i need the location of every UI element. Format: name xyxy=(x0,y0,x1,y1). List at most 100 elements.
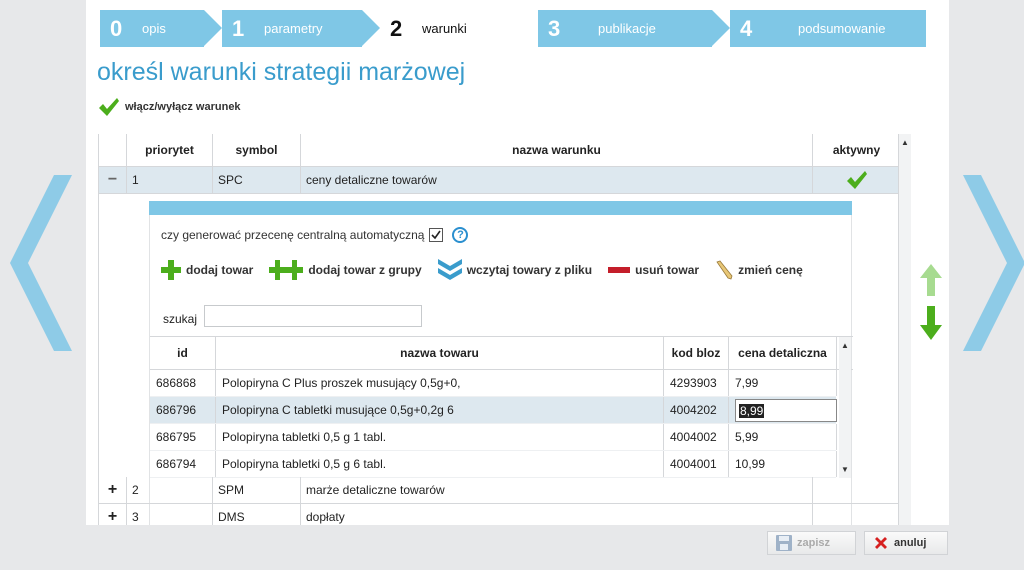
search-input[interactable] xyxy=(204,305,422,327)
add-group-button[interactable]: dodaj towar z grupy xyxy=(269,260,422,280)
step-separator xyxy=(204,10,222,46)
table-row[interactable]: 686868 Polopiryna C Plus proszek musując… xyxy=(150,370,837,397)
item-name: Polopiryna C Plus proszek musujący 0,5g+… xyxy=(216,370,664,396)
header-priority[interactable]: priorytet xyxy=(127,134,213,166)
pencil-icon xyxy=(716,260,733,280)
move-down-button[interactable] xyxy=(920,306,942,343)
items-table-header: id nazwa towaru kod bloz cena detaliczna xyxy=(150,337,853,370)
item-id: 686795 xyxy=(150,424,216,450)
item-id: 686868 xyxy=(150,370,216,396)
scroll-up-icon[interactable]: ▲ xyxy=(901,138,909,147)
item-name: Polopiryna tabletki 0,5 g 1 tabl. xyxy=(216,424,664,450)
remove-item-button[interactable]: usuń towar xyxy=(608,263,699,277)
row-priority: 1 xyxy=(127,167,213,193)
item-price[interactable]: 7,99 xyxy=(729,370,837,396)
checkmark-icon xyxy=(846,171,867,189)
wizard-steps: 0 opis 1 parametry 2 warunki 3 publikacj… xyxy=(100,10,926,47)
scroll-up-icon[interactable]: ▲ xyxy=(841,341,849,350)
check-icon xyxy=(431,230,442,240)
header-price[interactable]: cena detaliczna xyxy=(729,337,837,369)
header-code[interactable]: kod bloz xyxy=(664,337,729,369)
double-chevron-down-icon xyxy=(437,259,462,280)
row-condition-name: dopłaty xyxy=(301,504,813,525)
close-icon xyxy=(875,537,887,549)
grid-header: priorytet symbol nazwa warunku aktywny xyxy=(99,134,898,167)
step-podsumowanie[interactable]: 4 podsumowanie xyxy=(730,10,926,47)
chevron-left-icon xyxy=(10,175,72,351)
row-priority: 3 xyxy=(127,504,213,525)
item-code: 4293903 xyxy=(664,370,729,396)
price-edit-input[interactable]: 8,99 xyxy=(735,399,837,422)
search-label: szukaj xyxy=(163,312,198,326)
auto-discount-question: czy generować przecenę centralną automat… xyxy=(161,227,469,243)
header-symbol[interactable]: symbol xyxy=(213,134,301,166)
step-warunki[interactable]: 2 warunki xyxy=(380,10,520,47)
change-price-button[interactable]: zmień cenę xyxy=(715,260,803,280)
add-item-button[interactable]: dodaj towar xyxy=(161,260,253,280)
header-id[interactable]: id xyxy=(150,337,216,369)
step-opis[interactable]: 0 opis xyxy=(100,10,204,47)
expand-button[interactable]: + xyxy=(99,504,127,525)
table-row[interactable]: − 1 SPC ceny detaliczne towarów xyxy=(99,167,898,194)
floppy-disk-icon xyxy=(776,535,792,551)
toggle-condition-hint: włącz/wyłącz warunek xyxy=(98,97,241,117)
condition-detail: czy generować przecenę centralną automat… xyxy=(99,195,898,525)
item-id: 686794 xyxy=(150,451,216,477)
cancel-button[interactable]: anuluj xyxy=(864,531,948,555)
row-active-toggle[interactable] xyxy=(813,477,898,503)
row-symbol: SPC xyxy=(213,167,301,193)
table-row[interactable]: + 2 SPM marże detaliczne towarów xyxy=(99,477,898,504)
item-name: Polopiryna C tabletki musujące 0,5g+0,2g… xyxy=(216,397,664,423)
auto-discount-checkbox[interactable] xyxy=(429,228,444,242)
row-symbol: DMS xyxy=(213,504,301,525)
table-row[interactable]: 686796 Polopiryna C tabletki musujące 0,… xyxy=(150,397,837,424)
detail-header-bar xyxy=(149,201,852,215)
item-price[interactable]: 10,99 xyxy=(729,451,837,477)
items-scrollbar[interactable]: ▲ ▼ xyxy=(839,337,851,478)
double-plus-icon xyxy=(269,260,304,280)
move-up-button[interactable] xyxy=(920,264,942,299)
load-file-button[interactable]: wczytaj towary z pliku xyxy=(437,259,592,281)
step-separator xyxy=(362,10,380,46)
detail-toolbar: dodaj towar dodaj towar z grupy wczytaj … xyxy=(161,259,819,281)
expand-button[interactable]: + xyxy=(99,477,127,503)
scroll-down-icon[interactable]: ▼ xyxy=(841,465,849,474)
chevron-right-icon xyxy=(963,175,1024,351)
previous-step-button[interactable] xyxy=(10,175,72,354)
item-id: 686796 xyxy=(150,397,216,423)
row-symbol: SPM xyxy=(213,477,301,503)
minus-icon xyxy=(608,267,631,273)
header-item-name[interactable]: nazwa towaru xyxy=(216,337,664,369)
collapse-button[interactable]: − xyxy=(99,167,127,193)
arrow-up-icon xyxy=(920,264,942,296)
arrow-down-icon xyxy=(920,306,942,340)
items-table: id nazwa towaru kod bloz cena detaliczna… xyxy=(150,336,853,478)
step-parametry[interactable]: 1 parametry xyxy=(222,10,362,47)
conditions-grid: priorytet symbol nazwa warunku aktywny −… xyxy=(98,134,899,525)
item-code: 4004001 xyxy=(664,451,729,477)
plus-icon xyxy=(161,260,181,280)
row-active-toggle[interactable] xyxy=(813,504,898,525)
page-title: określ warunki strategii marżowej xyxy=(97,58,466,86)
header-condition-name[interactable]: nazwa warunku xyxy=(301,134,813,166)
header-active[interactable]: aktywny xyxy=(813,134,898,166)
grid-scrollbar[interactable]: ▲ xyxy=(899,134,911,525)
table-row[interactable]: + 3 DMS dopłaty xyxy=(99,504,898,525)
row-condition-name: marże detaliczne towarów xyxy=(301,477,813,503)
item-code: 4004202 xyxy=(664,397,729,423)
header-expander xyxy=(99,134,127,166)
row-priority: 2 xyxy=(127,477,213,503)
next-step-button[interactable] xyxy=(963,175,1024,354)
help-icon[interactable]: ? xyxy=(452,227,469,243)
step-publikacje[interactable]: 3 publikacje xyxy=(538,10,712,47)
row-active-toggle[interactable] xyxy=(813,167,898,193)
item-name: Polopiryna tabletki 0,5 g 6 tabl. xyxy=(216,451,664,477)
table-row[interactable]: 686794 Polopiryna tabletki 0,5 g 6 tabl.… xyxy=(150,451,837,478)
item-code: 4004002 xyxy=(664,424,729,450)
table-row[interactable]: 686795 Polopiryna tabletki 0,5 g 1 tabl.… xyxy=(150,424,837,451)
step-separator xyxy=(712,10,730,46)
save-button[interactable]: zapisz xyxy=(767,531,856,555)
step-separator xyxy=(520,10,538,46)
item-price[interactable]: 5,99 xyxy=(729,424,837,450)
row-condition-name: ceny detaliczne towarów xyxy=(301,167,813,193)
